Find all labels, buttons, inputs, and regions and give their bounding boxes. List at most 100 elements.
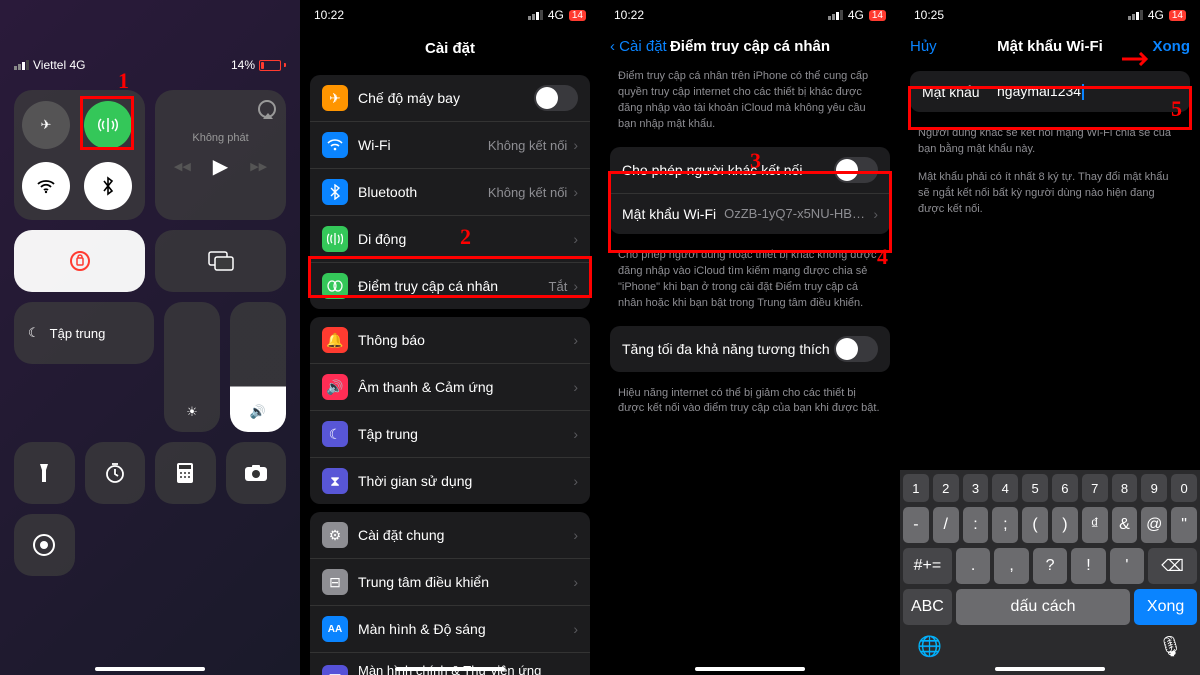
row-sounds[interactable]: 🔊Âm thanh & Cảm ứng› (310, 364, 590, 411)
row-homescreen[interactable]: ▦Màn hình chính & Thư viện ứng dụng› (310, 653, 590, 675)
row-display[interactable]: AAMàn hình & Độ sáng› (310, 606, 590, 653)
key[interactable]: & (1112, 507, 1138, 543)
home-indicator[interactable] (995, 667, 1105, 671)
brightness-slider[interactable]: ☀ (164, 302, 220, 432)
password-field-row[interactable]: Mật khẩu ngaymai1234 (910, 71, 1190, 112)
keyboard[interactable]: 1234567890 -/:;()₫&@" #+= .,?!' ⌫ ABC dấ… (900, 470, 1200, 675)
row-cellular[interactable]: Di động› (310, 216, 590, 263)
key[interactable]: ! (1071, 548, 1105, 584)
mic-icon[interactable]: 🎙 (1158, 634, 1183, 659)
password-input[interactable]: ngaymai1234 (997, 83, 1178, 100)
row-hotspot[interactable]: Điểm truy cập cá nhânTắt› (310, 263, 590, 309)
key[interactable]: . (956, 548, 990, 584)
key[interactable]: / (933, 507, 959, 543)
next-icon[interactable]: ▶▶ (250, 160, 267, 173)
key[interactable]: 7 (1082, 474, 1108, 502)
volume-slider[interactable]: 🔊 (230, 302, 286, 432)
battery-badge: 14 (1169, 10, 1186, 21)
kbd-row-bottom: ABC dấu cách Xong (903, 589, 1197, 625)
network: 4G (548, 8, 564, 22)
key[interactable]: @ (1141, 507, 1167, 543)
signal-icon (14, 60, 29, 70)
cellular-toggle[interactable] (84, 101, 132, 149)
key[interactable]: 2 (933, 474, 959, 502)
key[interactable]: 0 (1171, 474, 1197, 502)
airplane-toggle[interactable] (534, 85, 578, 111)
row-bluetooth[interactable]: BluetoothKhông kết nối› (310, 169, 590, 216)
battery-badge: 14 (569, 10, 586, 21)
chevron-icon: › (573, 231, 578, 247)
time: 10:25 (914, 8, 944, 22)
key[interactable]: ( (1022, 507, 1048, 543)
wifi-toggle[interactable] (22, 162, 70, 210)
time: 10:22 (314, 8, 344, 22)
timer-button[interactable] (85, 442, 146, 504)
row-notifications[interactable]: 🔔Thông báo› (310, 317, 590, 364)
key[interactable]: 9 (1141, 474, 1167, 502)
description-2: Cho phép người dùng hoặc thiết bị khác k… (600, 242, 900, 318)
time: 10:22 (614, 8, 644, 22)
status-bar: 10:22 4G 14 (300, 0, 600, 30)
key[interactable]: , (994, 548, 1028, 584)
focus-label: Tập trung (50, 326, 106, 341)
key-abc[interactable]: ABC (903, 589, 952, 625)
flashlight-button[interactable] (14, 442, 75, 504)
row-screentime[interactable]: ⧗Thời gian sử dụng› (310, 458, 590, 504)
key[interactable]: - (903, 507, 929, 543)
camera-button[interactable] (226, 442, 287, 504)
row-focus[interactable]: ☾Tập trung› (310, 411, 590, 458)
settings-group-general: ⚙Cài đặt chung› ⊟Trung tâm điều khiển› A… (310, 512, 590, 675)
key-done[interactable]: Xong (1134, 589, 1197, 625)
kbd-row-sym2: #+= .,?!' ⌫ (903, 548, 1197, 584)
airplane-toggle[interactable]: ✈︎ (22, 101, 70, 149)
settings-group-connectivity: ✈︎Chế độ máy bay Wi-FiKhông kết nối› Blu… (310, 75, 590, 309)
screen-record-button[interactable] (14, 514, 75, 576)
home-indicator[interactable] (395, 667, 505, 671)
cancel-button[interactable]: Hủy (910, 38, 937, 55)
key[interactable]: 5 (1022, 474, 1048, 502)
phone-hotspot: 10:22 4G 14 ‹ Cài đặt Điểm truy cập cá n… (600, 0, 900, 675)
home-indicator[interactable] (695, 667, 805, 671)
key[interactable]: " (1171, 507, 1197, 543)
key[interactable]: : (963, 507, 989, 543)
key[interactable]: ' (1110, 548, 1144, 584)
battery-percent: 14% (231, 58, 255, 72)
key-alt[interactable]: #+= (903, 548, 952, 584)
done-button[interactable]: Xong (1153, 38, 1191, 55)
key[interactable]: 1 (903, 474, 929, 502)
row-wifi[interactable]: Wi-FiKhông kết nối› (310, 122, 590, 169)
key[interactable]: 8 (1112, 474, 1138, 502)
bluetooth-toggle[interactable] (84, 162, 132, 210)
key-space[interactable]: dấu cách (956, 589, 1130, 625)
key[interactable]: ? (1033, 548, 1067, 584)
key[interactable]: ₫ (1082, 507, 1108, 543)
calculator-button[interactable] (155, 442, 216, 504)
connectivity-tile[interactable]: ✈︎ (14, 90, 145, 220)
key[interactable]: ; (992, 507, 1018, 543)
key[interactable]: 4 (992, 474, 1018, 502)
key-backspace[interactable]: ⌫ (1148, 548, 1197, 584)
media-tile[interactable]: Không phát ◀◀ ▶ ▶▶ (155, 90, 286, 220)
focus-button[interactable]: ☾ Tập trung (14, 302, 154, 364)
globe-icon[interactable]: 🌐 (917, 634, 942, 659)
home-indicator[interactable] (95, 667, 205, 671)
row-compat[interactable]: Tăng tối đa khả năng tương thích (610, 326, 890, 372)
rotation-lock[interactable] (14, 230, 145, 292)
airplay-icon[interactable] (258, 100, 276, 118)
play-icon[interactable]: ▶ (213, 154, 228, 179)
back-button[interactable]: ‹ Cài đặt (610, 38, 667, 55)
key[interactable]: ) (1052, 507, 1078, 543)
screen-mirror[interactable] (155, 230, 286, 292)
row-control-center[interactable]: ⊟Trung tâm điều khiển› (310, 559, 590, 606)
allow-toggle[interactable] (834, 157, 878, 183)
row-allow-others[interactable]: Cho phép người khác kết nối (610, 147, 890, 194)
row-airplane[interactable]: ✈︎Chế độ máy bay (310, 75, 590, 122)
row-general[interactable]: ⚙Cài đặt chung› (310, 512, 590, 559)
compat-toggle[interactable] (834, 336, 878, 362)
now-playing-label: Không phát (192, 132, 248, 144)
prev-icon[interactable]: ◀◀ (174, 160, 191, 173)
row-wifi-password[interactable]: Mật khẩu Wi-Fi OzZB-1yQ7-x5NU-HB… › (610, 194, 890, 234)
key[interactable]: 3 (963, 474, 989, 502)
key[interactable]: 6 (1052, 474, 1078, 502)
chevron-icon: › (573, 278, 578, 294)
